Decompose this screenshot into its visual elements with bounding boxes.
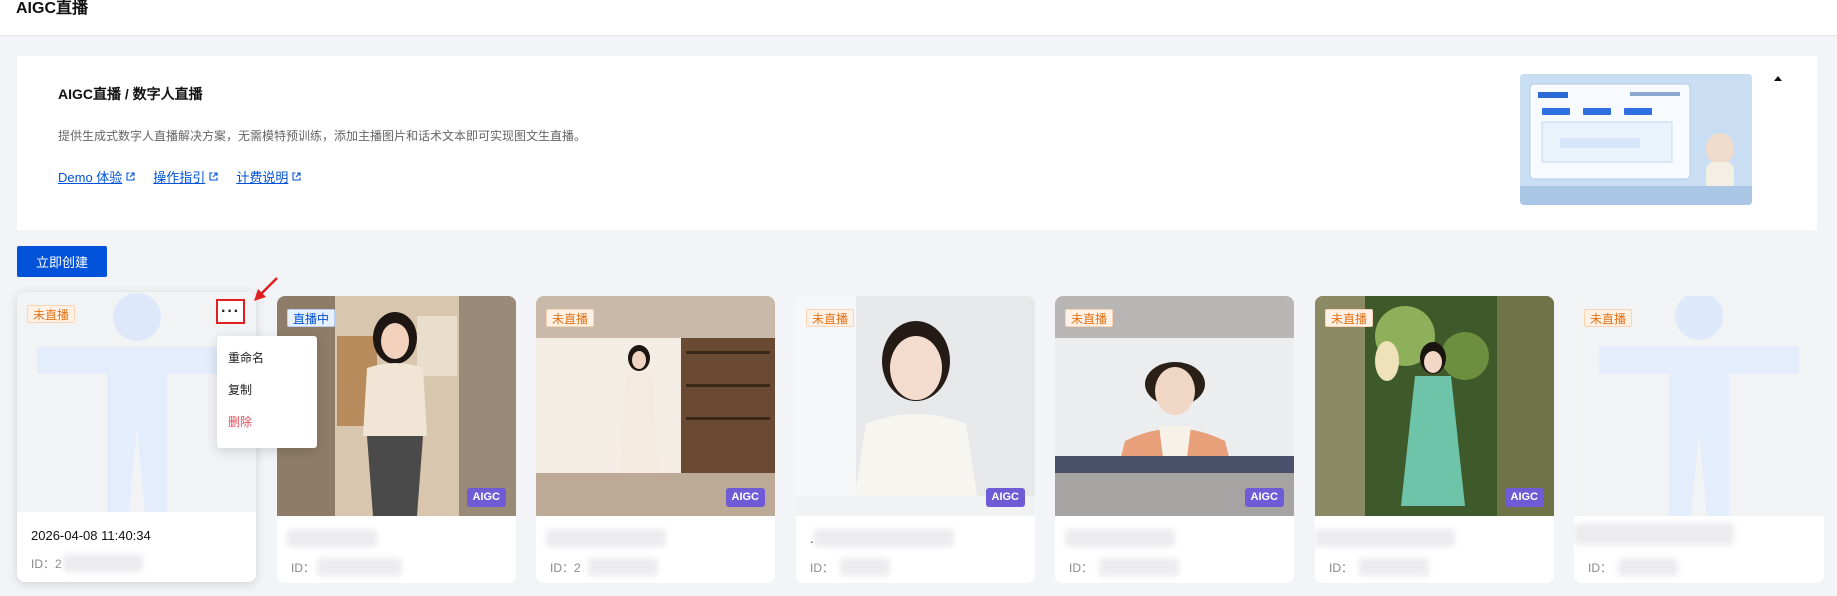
redacted-block [588, 558, 658, 576]
create-button[interactable]: 立即创建 [17, 246, 107, 277]
redacted-block [1099, 558, 1179, 576]
card-id: ID：2 [31, 555, 62, 572]
redacted-block [1359, 558, 1429, 576]
card-id: ID： [1588, 559, 1612, 576]
live-room-card[interactable]: 未直播 AIGC ID：2 [536, 296, 775, 583]
guide-link[interactable]: 操作指引 [153, 167, 218, 186]
aigc-badge: AIGC [985, 488, 1025, 507]
id-value: 2 [55, 557, 62, 571]
redacted-block [63, 554, 143, 572]
ellipsis-icon: ··· [221, 302, 240, 320]
status-badge: 未直播 [1584, 309, 1633, 327]
redacted-block [1618, 558, 1678, 576]
redacted-block [546, 529, 666, 547]
redacted-block [317, 558, 402, 576]
aigc-badge: AIGC [1244, 488, 1284, 507]
demo-link[interactable]: Demo 体验 [58, 167, 135, 186]
id-label: ID： [550, 561, 575, 575]
card-cover-image [1055, 296, 1294, 516]
redacted-block [1574, 523, 1734, 545]
card-placeholder-image [1574, 296, 1824, 516]
card-id: ID： [1069, 559, 1093, 576]
redacted-block [287, 529, 377, 547]
redacted-block [1315, 529, 1455, 547]
aigc-badge: AIGC [1504, 488, 1544, 507]
card-cover-image [1315, 296, 1554, 516]
card-cover-image [536, 296, 775, 516]
live-room-card[interactable]: 未直播 AIGC . ID： [796, 296, 1035, 583]
page-title: AIGC直播 [16, 0, 89, 17]
live-room-card[interactable]: 未直播 AIGC ID： [1055, 296, 1294, 583]
intro-links: Demo 体验 操作指引 计费说明 [58, 167, 301, 186]
intro-description: 提供生成式数字人直播解决方案，无需模特预训练，添加主播图片和话术文本即可实现图文… [58, 129, 587, 143]
id-label: ID： [291, 561, 316, 575]
id-label: ID： [810, 561, 835, 575]
card-id: ID： [1329, 559, 1353, 576]
live-room-card[interactable]: 未直播 AIGC ID： [1315, 296, 1554, 583]
intro-panel: AIGC直播 / 数字人直播 提供生成式数字人直播解决方案，无需模特预训练，添加… [17, 56, 1817, 230]
caret-up-icon[interactable] [1771, 72, 1785, 84]
status-badge: 未直播 [1065, 309, 1114, 327]
id-label: ID： [31, 557, 56, 571]
product-preview-image [1520, 74, 1752, 205]
redacted-block [814, 529, 954, 547]
card-id: ID： [810, 559, 834, 576]
external-link-icon [292, 172, 301, 181]
redacted-block [840, 558, 890, 576]
demo-link-label: Demo 体验 [58, 170, 123, 185]
menu-item-rename[interactable]: 重命名 [217, 348, 317, 380]
billing-link-label: 计费说明 [236, 170, 289, 185]
id-label: ID： [1588, 561, 1613, 575]
menu-item-delete[interactable]: 删除 [217, 412, 317, 444]
external-link-icon [209, 172, 218, 181]
more-actions-button[interactable]: ··· [216, 299, 245, 324]
external-link-icon [126, 172, 135, 181]
billing-link[interactable]: 计费说明 [236, 167, 301, 186]
guide-link-label: 操作指引 [153, 170, 206, 185]
card-cover-image [796, 296, 1035, 516]
menu-item-copy[interactable]: 复制 [217, 380, 317, 412]
card-name: 2026-04-08 11:40:34 [31, 528, 151, 543]
id-label: ID： [1329, 561, 1354, 575]
live-room-card[interactable]: 未直播 ID： [1574, 296, 1824, 583]
redacted-block [1065, 529, 1175, 547]
top-header: AIGC直播 [0, 0, 1837, 36]
status-badge: 未直播 [1325, 309, 1374, 327]
card-id: ID： [291, 559, 315, 576]
status-badge: 未直播 [27, 305, 76, 323]
status-badge: 未直播 [806, 309, 855, 327]
aigc-badge: AIGC [725, 488, 765, 507]
id-label: ID： [1069, 561, 1094, 575]
annotation-arrow-icon [254, 277, 278, 301]
id-value: 2 [574, 561, 581, 575]
status-badge: 未直播 [546, 309, 595, 327]
status-badge: 直播中 [287, 309, 336, 327]
card-id: ID：2 [550, 559, 581, 576]
intro-title: AIGC直播 / 数字人直播 [58, 86, 203, 102]
card-actions-menu: 重命名 复制 删除 [217, 336, 317, 448]
aigc-badge: AIGC [466, 488, 506, 507]
